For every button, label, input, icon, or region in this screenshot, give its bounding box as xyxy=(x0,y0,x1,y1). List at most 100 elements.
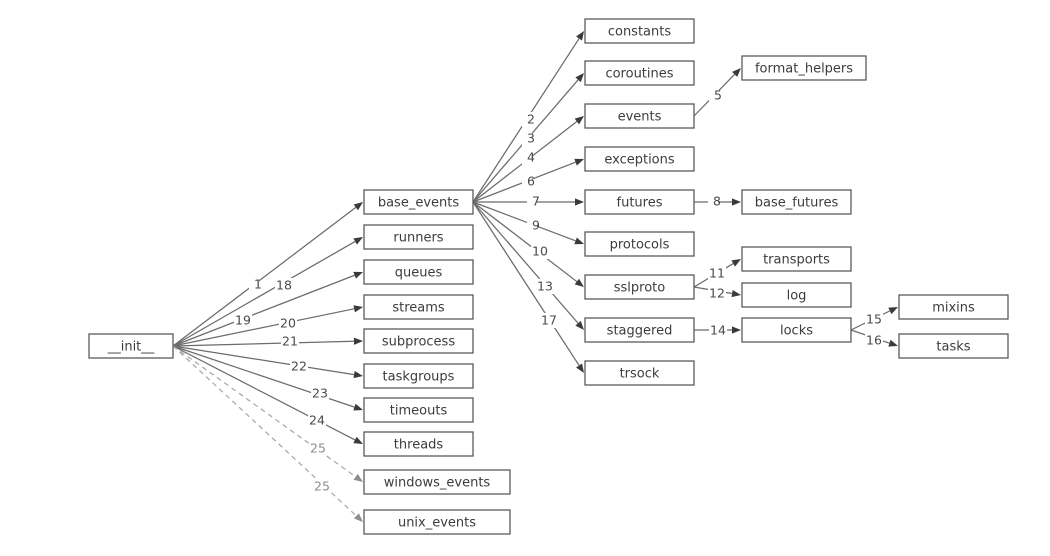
node-box[interactable] xyxy=(363,189,474,215)
node-box[interactable] xyxy=(363,363,474,389)
node-format_helpers[interactable]: format_helpers xyxy=(741,55,867,81)
arrow-head-icon xyxy=(353,202,363,211)
node-box[interactable] xyxy=(584,60,695,86)
node-constants[interactable]: constants xyxy=(584,18,695,44)
edge-line xyxy=(172,308,355,347)
node-box[interactable] xyxy=(741,55,867,81)
node-box[interactable] xyxy=(741,246,852,272)
edge-label: 20 xyxy=(280,316,296,331)
node-box[interactable] xyxy=(363,397,474,423)
node-box[interactable] xyxy=(584,274,695,300)
edge-label: 11 xyxy=(709,266,725,281)
edge-line xyxy=(472,201,580,366)
node-unix_events[interactable]: unix_events xyxy=(363,509,511,535)
edge-label: 6 xyxy=(527,174,535,189)
node-subprocess[interactable]: subprocess xyxy=(363,328,474,354)
node-locks[interactable]: locks xyxy=(741,317,852,343)
edge-line xyxy=(172,340,355,347)
node-box[interactable] xyxy=(584,146,695,172)
edge-layer xyxy=(172,31,898,522)
node-box[interactable] xyxy=(584,189,695,215)
node-mixins[interactable]: mixins xyxy=(898,294,1009,320)
node-base_events[interactable]: base_events xyxy=(363,189,474,215)
edge-__init__-to-streams xyxy=(172,305,363,347)
node-queues[interactable]: queues xyxy=(363,259,474,285)
edge-label: 24 xyxy=(309,413,325,428)
node-timeouts[interactable]: timeouts xyxy=(363,397,474,423)
arrow-head-icon xyxy=(353,305,363,313)
node-box[interactable] xyxy=(584,317,695,343)
node-staggered[interactable]: staggered xyxy=(584,317,695,343)
arrow-head-icon xyxy=(353,337,363,345)
edge-label: 9 xyxy=(532,218,540,233)
arrow-head-icon xyxy=(731,289,741,298)
node-box[interactable] xyxy=(363,509,511,535)
node-layer: __init__ base_eventsrunners queues streams s… xyxy=(88,18,1009,535)
node-coroutines[interactable]: coroutines xyxy=(584,60,695,86)
node-box[interactable] xyxy=(363,328,474,354)
edge-__init__-to-timeouts xyxy=(172,345,363,411)
node-box[interactable] xyxy=(584,18,695,44)
arrow-head-icon xyxy=(731,259,741,267)
node-log[interactable]: log xyxy=(741,282,852,308)
node-box[interactable] xyxy=(363,259,474,285)
edge-__init__-to-base_events xyxy=(172,202,363,347)
node-sslproto[interactable]: sslproto xyxy=(584,274,695,300)
node-box[interactable] xyxy=(898,333,1009,359)
node-box[interactable] xyxy=(898,294,1009,320)
arrow-head-icon xyxy=(576,31,584,41)
node-runners[interactable]: runners xyxy=(363,224,474,250)
edge-label: 22 xyxy=(291,359,307,374)
arrow-head-icon xyxy=(888,307,898,315)
node-base_futures[interactable]: base_futures xyxy=(741,189,852,215)
node-threads[interactable]: threads xyxy=(363,431,474,457)
node-box[interactable] xyxy=(584,103,695,129)
edge-__init__-to-subprocess xyxy=(172,337,363,347)
node-box[interactable] xyxy=(741,189,852,215)
arrow-head-icon xyxy=(575,198,584,206)
edge-label: 23 xyxy=(312,386,328,401)
arrow-head-icon xyxy=(353,271,363,279)
node-box[interactable] xyxy=(363,294,474,320)
edge-label: 21 xyxy=(282,334,298,349)
edge-label: 25 xyxy=(310,441,326,456)
node-box[interactable] xyxy=(88,333,174,359)
node-box[interactable] xyxy=(363,224,474,250)
edge-label: 7 xyxy=(532,194,540,209)
edge-base_events-to-sslproto xyxy=(472,201,584,287)
edge-label: 19 xyxy=(235,313,251,328)
edge-label: 5 xyxy=(714,88,722,103)
edge-label: 10 xyxy=(532,244,548,259)
edge-label: 15 xyxy=(866,312,882,327)
node-windows_events[interactable]: windows_events xyxy=(363,469,511,495)
edge-label: 14 xyxy=(710,323,726,338)
node-box[interactable] xyxy=(741,282,852,308)
node-transports[interactable]: transports xyxy=(741,246,852,272)
node-tasks[interactable]: tasks xyxy=(898,333,1009,359)
node-__init__[interactable]: __init__ xyxy=(88,333,174,359)
edge-line xyxy=(472,201,579,324)
node-box[interactable] xyxy=(584,360,695,386)
edge-line xyxy=(172,240,356,347)
arrow-head-icon xyxy=(888,339,898,347)
arrow-head-icon xyxy=(574,237,584,245)
node-box[interactable] xyxy=(741,317,852,343)
arrow-head-icon xyxy=(353,436,363,444)
arrow-head-icon xyxy=(353,513,363,522)
edge-line xyxy=(472,201,576,242)
edge-label: 18 xyxy=(276,278,292,293)
node-exceptions[interactable]: exceptions xyxy=(584,146,695,172)
arrow-head-icon xyxy=(353,237,363,245)
edge-__init__-to-unix_events xyxy=(172,345,363,522)
node-events[interactable]: events xyxy=(584,103,695,129)
node-box[interactable] xyxy=(363,469,511,495)
node-taskgroups[interactable]: taskgroups xyxy=(363,363,474,389)
node-streams[interactable]: streams xyxy=(363,294,474,320)
node-protocols[interactable]: protocols xyxy=(584,231,695,257)
arrow-head-icon xyxy=(574,278,584,287)
dependency-graph-svg: 1234567 8910111213141516171819 20212223242… xyxy=(88,18,1009,535)
node-futures[interactable]: futures xyxy=(584,189,695,215)
node-box[interactable] xyxy=(363,431,474,457)
node-trsock[interactable]: trsock xyxy=(584,360,695,386)
node-box[interactable] xyxy=(584,231,695,257)
